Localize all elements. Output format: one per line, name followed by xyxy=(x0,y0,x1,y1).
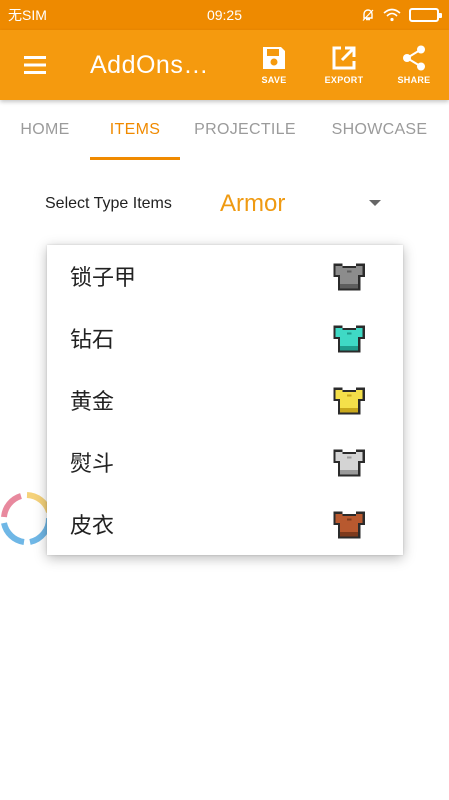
dropdown-item-gold[interactable]: 黄金 xyxy=(47,369,403,431)
battery-icon xyxy=(409,8,442,22)
item-type-selector[interactable]: Select Type Items Armor xyxy=(45,186,395,222)
wifi-icon xyxy=(383,8,401,22)
alarm-icon xyxy=(362,9,374,21)
export-button[interactable]: EXPORT xyxy=(309,30,379,100)
status-bar: 无SIM 09:25 xyxy=(0,0,449,30)
app-title: AddOns… xyxy=(90,50,209,79)
tab-home[interactable]: HOME xyxy=(0,100,90,160)
save-button[interactable]: SAVE xyxy=(239,30,309,100)
dropdown-item-chainmail[interactable]: 锁子甲 xyxy=(47,245,403,307)
dropdown-item-label: 锁子甲 xyxy=(70,266,137,291)
chainmail-chestplate-icon xyxy=(333,263,365,291)
save-label: SAVE xyxy=(261,75,287,85)
status-icons xyxy=(361,8,442,22)
dropdown-item-label: 皮衣 xyxy=(70,514,115,539)
gold-chestplate-icon xyxy=(333,387,365,415)
select-type-value[interactable]: Armor xyxy=(220,190,285,218)
dropdown-item-label: 黄金 xyxy=(70,390,115,415)
share-label: SHARE xyxy=(397,75,431,85)
loading-spinner-icon xyxy=(1,492,53,545)
dropdown-item-label: 熨斗 xyxy=(70,452,115,477)
app-bar-actions: SAVE EXPORT SHARE xyxy=(239,30,449,100)
save-icon xyxy=(263,47,285,69)
hamburger-menu-icon xyxy=(24,56,46,74)
app-bar: AddOns… SAVE EXPORT SHARE xyxy=(0,30,449,100)
tab-projectile[interactable]: PROJECTILE xyxy=(180,100,310,160)
export-label: EXPORT xyxy=(324,75,364,85)
menu-button[interactable] xyxy=(0,30,70,100)
armor-dropdown-list: 锁子甲钻石黄金熨斗皮衣 xyxy=(47,245,403,555)
iron-chestplate-icon xyxy=(333,449,365,477)
leather-chestplate-icon xyxy=(333,511,365,539)
dropdown-item-leather[interactable]: 皮衣 xyxy=(47,493,403,555)
share-icon xyxy=(403,45,425,71)
dropdown-caret-icon[interactable] xyxy=(369,200,381,206)
carrier-label: 无SIM xyxy=(8,7,47,23)
tab-bar: HOME ITEMS PROJECTILE SHOWCASE xyxy=(0,100,449,160)
tab-showcase[interactable]: SHOWCASE xyxy=(310,100,449,160)
share-button[interactable]: SHARE xyxy=(379,30,449,100)
select-type-label: Select Type Items xyxy=(45,195,172,212)
dropdown-item-iron[interactable]: 熨斗 xyxy=(47,431,403,493)
dropdown-item-diamond[interactable]: 钻石 xyxy=(47,307,403,369)
tab-items[interactable]: ITEMS xyxy=(90,100,180,160)
diamond-chestplate-icon xyxy=(333,325,365,353)
dropdown-item-label: 钻石 xyxy=(70,328,115,353)
export-icon xyxy=(332,46,356,70)
